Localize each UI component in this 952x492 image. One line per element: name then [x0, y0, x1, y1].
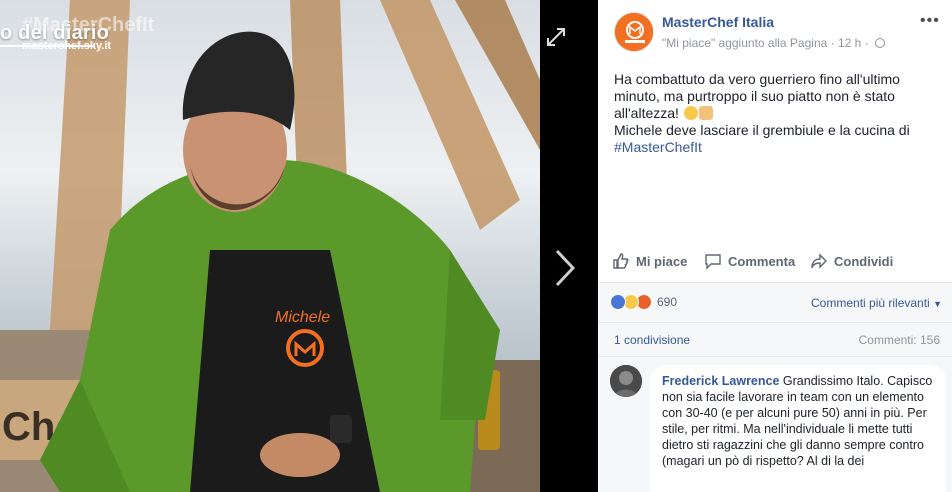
share-button[interactable]: Condividi	[810, 252, 893, 270]
meta-separator: ·	[864, 36, 869, 50]
post-panel: MasterChef Italia "Mi piace" aggiunto al…	[598, 0, 952, 492]
reaction-count: 690	[657, 295, 678, 309]
globe-icon	[875, 38, 886, 48]
page-avatar[interactable]	[614, 12, 654, 52]
next-photo-icon[interactable]	[552, 248, 578, 288]
post-timestamp[interactable]: 12 h	[838, 36, 861, 50]
post-text-line2: Michele deve lasciare il grembiule e la …	[614, 122, 910, 138]
share-label: Condividi	[834, 253, 894, 269]
like-button[interactable]: Mi piace	[612, 252, 687, 270]
photo-scene: Chef Michele	[0, 0, 540, 492]
post-header: MasterChef Italia "Mi piace" aggiunto al…	[598, 0, 952, 60]
hashtag-link[interactable]: #MasterChefIt	[614, 139, 702, 155]
comment-icon	[705, 254, 721, 270]
sad-face-icon	[683, 106, 698, 120]
photo-viewer: Chef Michele #MasterChefIt o del diario …	[0, 0, 598, 492]
like-label: Mi piace	[636, 253, 688, 269]
post-text: Ha combattuto da vero guerriero fino all…	[614, 71, 934, 156]
overlay-url: masterchef.sky.it	[22, 40, 112, 52]
liked-page-label: "Mi piace" aggiunto alla Pagina	[662, 36, 828, 50]
post-text-line1: Ha combattuto da vero guerriero fino all…	[614, 71, 900, 121]
meta-separator: ·	[830, 36, 835, 50]
comment-button[interactable]: Commenta	[704, 252, 795, 270]
shares-link[interactable]: 1 condivisione	[614, 333, 690, 347]
caret-down-icon: ▼	[933, 299, 942, 309]
comment-label: Commenta	[728, 253, 796, 269]
page-name[interactable]: MasterChef Italia	[662, 14, 774, 30]
post-meta: "Mi piace" aggiunto alla Pagina · 12 h ·	[662, 36, 886, 50]
comment-text: Grandissimo Italo. Capisco non sia facil…	[662, 374, 933, 468]
shares-row: 1 condivisione Commenti: 156	[598, 322, 952, 356]
comment-author[interactable]: Frederick Lawrence	[662, 374, 779, 388]
comment-bubble: Frederick Lawrence Grandissimo Italo. Ca…	[650, 365, 946, 492]
commenter-avatar[interactable]	[610, 365, 642, 397]
reactions-summary[interactable]: 690	[610, 294, 677, 310]
post-photo[interactable]: Chef Michele #MasterChefIt o del diario …	[0, 0, 540, 492]
more-options-button[interactable]: •••	[920, 12, 940, 30]
like-reaction-icon	[610, 294, 626, 310]
expand-icon[interactable]	[545, 26, 567, 48]
thumbs-up-icon	[613, 253, 629, 269]
comment-sort-dropdown[interactable]: Commenti più rilevanti ▼	[811, 296, 942, 310]
reaction-stats: 690 Commenti più rilevanti ▼	[598, 282, 952, 322]
comments-count: Commenti: 156	[858, 333, 940, 347]
sort-label: Commenti più rilevanti	[811, 296, 930, 310]
apron-name: Michele	[275, 309, 330, 326]
share-arrow-icon	[811, 253, 827, 269]
comments-list: Frederick Lawrence Grandissimo Italo. Ca…	[598, 356, 952, 492]
clapping-hands-icon	[698, 106, 713, 120]
post-actions: Mi piace Commenta Condividi	[598, 244, 952, 280]
